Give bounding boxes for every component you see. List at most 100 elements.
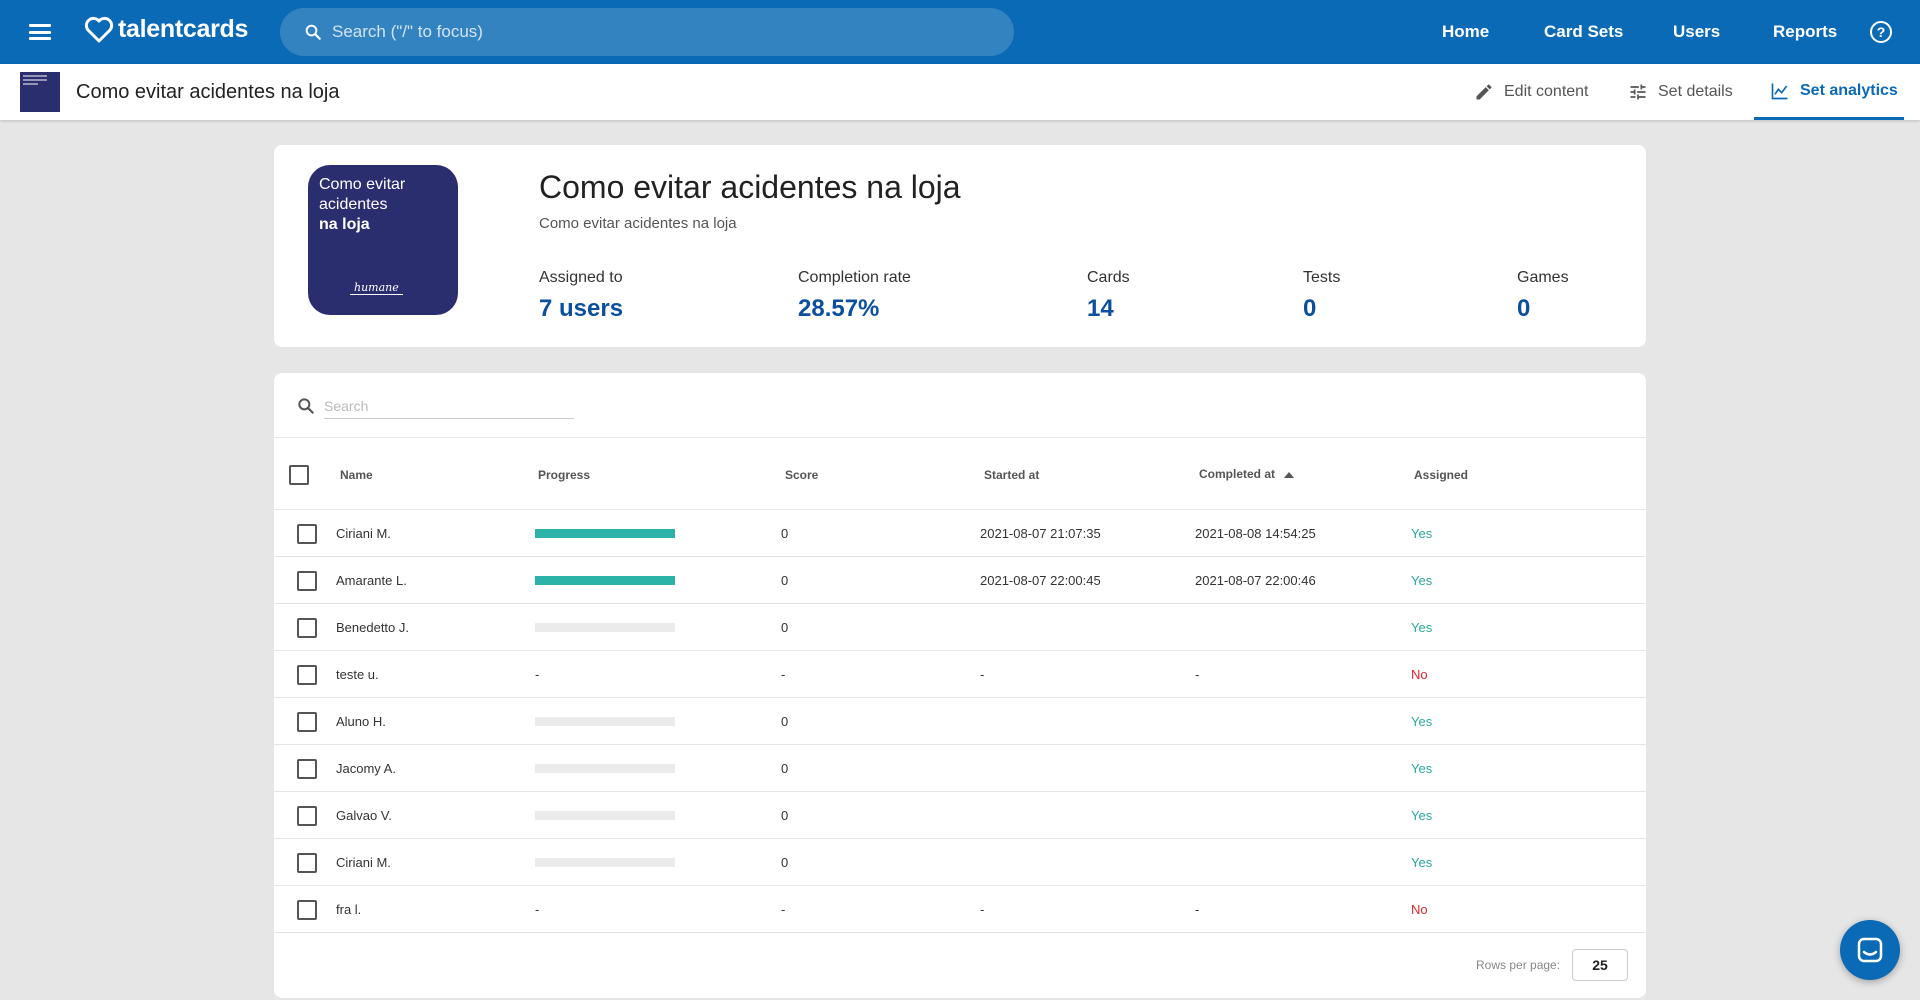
stat-value: 0: [1303, 295, 1317, 322]
stat-completion-rate: Completion rate 28.57%: [798, 269, 911, 323]
row-checkbox[interactable]: [297, 665, 317, 685]
cover-line-3: na loja: [319, 216, 370, 233]
heart-logo-icon: [84, 16, 114, 42]
pencil-icon: [1474, 82, 1494, 102]
column-name[interactable]: Name: [340, 468, 373, 482]
cell-assigned: Yes: [1411, 620, 1433, 635]
row-checkbox[interactable]: [297, 524, 317, 544]
top-app-bar: talentcards Home Card Sets Users Reports…: [0, 0, 1920, 64]
row-checkbox[interactable]: [297, 759, 317, 779]
cell-score: 0: [781, 573, 789, 588]
cell-name: Amarante L.: [336, 573, 407, 588]
tab-edit-content-label: Edit content: [1504, 83, 1589, 100]
select-all-checkbox[interactable]: [289, 465, 309, 485]
table-row[interactable]: Ciriani M. 0 Yes: [274, 839, 1646, 886]
cell-name: Aluno H.: [336, 714, 386, 729]
line-chart-icon: [1770, 81, 1790, 101]
cell-assigned: No: [1411, 902, 1428, 917]
chat-icon: [1857, 937, 1883, 963]
stat-label: Completion rate: [798, 269, 911, 286]
table-row[interactable]: Galvao V. 0 Yes: [274, 792, 1646, 839]
nav-card-sets[interactable]: Card Sets: [1544, 0, 1623, 64]
stat-value: 14: [1087, 295, 1114, 322]
cell-assigned: Yes: [1411, 526, 1433, 541]
search-icon: [298, 398, 314, 414]
progress-bar: [535, 717, 675, 726]
column-completed-at[interactable]: Completed at: [1199, 467, 1295, 481]
progress-bar: [535, 811, 675, 820]
tab-set-analytics-label: Set analytics: [1800, 81, 1898, 99]
cell-name: Jacomy A.: [336, 761, 396, 776]
rows-per-page-label: Rows per page:: [1476, 958, 1561, 972]
tab-edit-content[interactable]: Edit content: [1474, 64, 1589, 120]
cell-score: 0: [781, 714, 789, 729]
stat-tests: Tests 0: [1303, 269, 1340, 323]
row-checkbox[interactable]: [297, 806, 317, 826]
hamburger-menu-icon[interactable]: [26, 20, 54, 44]
table-search-input[interactable]: [324, 393, 574, 419]
cell-started-at: 2021-08-07 21:07:35: [980, 526, 1101, 541]
row-checkbox[interactable]: [297, 853, 317, 873]
progress-bar: [535, 576, 675, 585]
column-started-at[interactable]: Started at: [984, 468, 1039, 482]
set-subheader: Como evitar acidentes na loja Edit conte…: [0, 64, 1920, 120]
chat-launcher-button[interactable]: [1840, 920, 1900, 980]
cell-completed-at: 2021-08-07 22:00:46: [1195, 573, 1316, 588]
cell-progress: -: [535, 667, 540, 682]
help-icon[interactable]: ?: [1870, 21, 1892, 43]
stat-games: Games 0: [1517, 269, 1569, 323]
column-score[interactable]: Score: [785, 468, 818, 482]
stat-value: 28.57%: [798, 295, 880, 322]
table-row[interactable]: Aluno H. 0 Yes: [274, 698, 1646, 745]
tab-set-details-label: Set details: [1658, 83, 1733, 100]
cell-assigned: Yes: [1411, 714, 1433, 729]
column-assigned[interactable]: Assigned: [1414, 468, 1468, 482]
cover-line-2: acidentes: [319, 196, 388, 213]
column-completed-at-label: Completed at: [1199, 467, 1276, 481]
table-row[interactable]: fra l. - - - - No: [274, 886, 1646, 933]
global-search[interactable]: [280, 8, 1014, 56]
talentcards-logo[interactable]: talentcards: [84, 15, 248, 44]
cell-progress: -: [535, 902, 540, 917]
cell-started-at: 2021-08-07 22:00:45: [980, 573, 1101, 588]
nav-reports[interactable]: Reports: [1773, 0, 1837, 64]
cell-completed-at: 2021-08-08 14:54:25: [1195, 526, 1316, 541]
stat-label: Cards: [1087, 269, 1130, 286]
set-thumbnail: [20, 72, 60, 112]
cell-name: Benedetto J.: [336, 620, 409, 635]
rows-per-page-select[interactable]: 25: [1572, 949, 1628, 981]
row-checkbox[interactable]: [297, 618, 317, 638]
set-description: Como evitar acidentes na loja: [539, 215, 737, 232]
progress-bar: [535, 764, 675, 773]
progress-bar: [535, 858, 675, 867]
tab-set-details[interactable]: Set details: [1628, 64, 1733, 120]
table-search[interactable]: [296, 393, 574, 419]
users-table-card: Name Progress Score Started at Completed…: [274, 373, 1646, 998]
table-row[interactable]: teste u. - - - - No: [274, 651, 1646, 698]
nav-users[interactable]: Users: [1673, 0, 1720, 64]
progress-bar: [535, 623, 675, 632]
cell-assigned: No: [1411, 667, 1428, 682]
search-icon: [305, 24, 321, 40]
cell-completed-at: -: [1195, 902, 1200, 917]
row-checkbox[interactable]: [297, 712, 317, 732]
tab-set-analytics[interactable]: Set analytics: [1754, 64, 1904, 120]
cell-score: 0: [781, 761, 789, 776]
cell-name: Galvao V.: [336, 808, 392, 823]
cell-score: 0: [781, 808, 789, 823]
cover-signature-logo: humane: [350, 281, 403, 295]
table-row[interactable]: Jacomy A. 0 Yes: [274, 745, 1646, 792]
cover-line-1: Como evitar: [319, 176, 406, 193]
table-row[interactable]: Benedetto J. 0 Yes: [274, 604, 1646, 651]
row-checkbox[interactable]: [297, 900, 317, 920]
table-row[interactable]: Ciriani M. 0 2021-08-07 21:07:35 2021-08-08…: [274, 510, 1646, 557]
column-progress[interactable]: Progress: [538, 468, 590, 482]
cell-score: 0: [781, 855, 789, 870]
progress-bar: [535, 529, 675, 538]
global-search-input[interactable]: [332, 22, 932, 42]
nav-home[interactable]: Home: [1442, 0, 1489, 64]
cell-started-at: -: [980, 902, 985, 917]
table-row[interactable]: Amarante L. 0 2021-08-07 22:00:45 2021-08-0…: [274, 557, 1646, 604]
cell-name: fra l.: [336, 902, 362, 917]
row-checkbox[interactable]: [297, 571, 317, 591]
